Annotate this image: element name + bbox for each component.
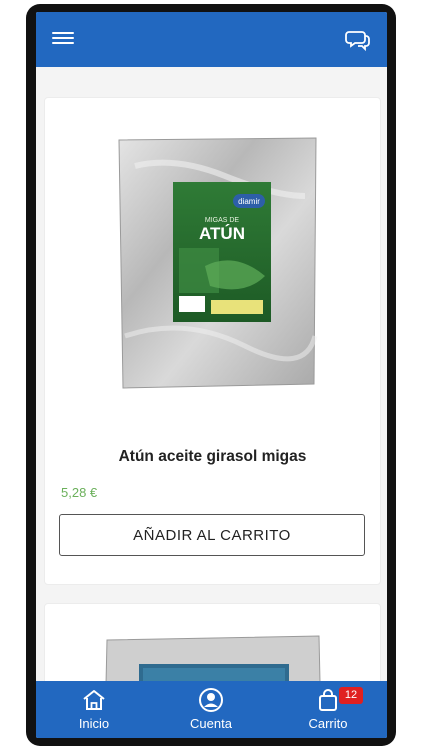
shopping-bag-icon — [319, 689, 337, 711]
product-name[interactable]: Atún aceite girasol migas — [45, 448, 380, 466]
product-image[interactable] — [103, 634, 323, 681]
chat-icon[interactable] — [345, 26, 371, 52]
add-to-cart-button[interactable]: AÑADIR AL CARRITO — [59, 514, 365, 556]
product-card — [44, 603, 381, 681]
top-app-bar — [36, 12, 387, 67]
product-list[interactable]: diamir MIGAS DE ATÚN Atún aceite girasol… — [36, 67, 387, 681]
package-brand: diamir — [238, 197, 260, 206]
product-price: 5,28 € — [61, 485, 98, 500]
home-icon — [83, 690, 105, 710]
package-line1: MIGAS DE — [205, 217, 240, 224]
user-icon — [199, 688, 223, 712]
nav-home-label: Inicio — [78, 716, 110, 731]
nav-cart[interactable]: 12 Carrito — [283, 681, 373, 738]
bottom-navigation: Inicio Cuenta 12 Carrito — [36, 681, 387, 738]
package-line2: ATÚN — [199, 224, 245, 243]
nav-account-label: Cuenta — [190, 716, 232, 731]
nav-home[interactable]: Inicio — [49, 681, 139, 738]
menu-icon[interactable] — [52, 29, 74, 49]
product-image[interactable]: diamir MIGAS DE ATÚN — [115, 136, 320, 391]
product-card: diamir MIGAS DE ATÚN Atún aceite girasol… — [44, 97, 381, 585]
nav-account[interactable]: Cuenta — [166, 681, 256, 738]
nav-cart-label: Carrito — [308, 716, 348, 731]
cart-count-badge: 12 — [339, 687, 363, 704]
app-screen: diamir MIGAS DE ATÚN Atún aceite girasol… — [36, 12, 387, 738]
